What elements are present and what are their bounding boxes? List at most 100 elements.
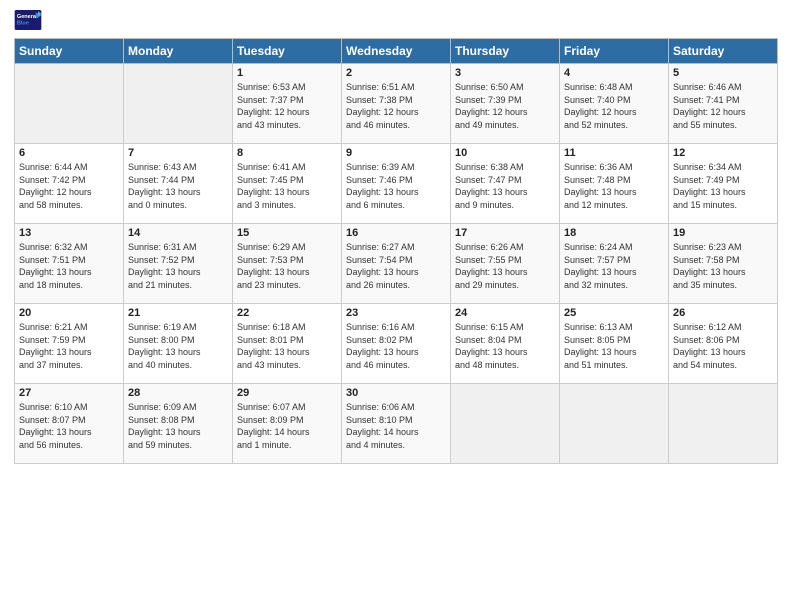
day-number: 22 [237, 307, 337, 319]
calendar-cell: 10 Sunrise: 6:38 AM Sunset: 7:47 PM Dayli… [451, 144, 560, 224]
calendar-cell: 13 Sunrise: 6:32 AM Sunset: 7:51 PM Dayli… [15, 224, 124, 304]
calendar-row-2: 13 Sunrise: 6:32 AM Sunset: 7:51 PM Dayli… [15, 224, 778, 304]
day-number: 5 [673, 67, 773, 79]
calendar-cell [560, 384, 669, 464]
day-info: Sunrise: 6:48 AM Sunset: 7:40 PM Dayligh… [564, 81, 664, 131]
day-info: Sunrise: 6:39 AM Sunset: 7:46 PM Dayligh… [346, 161, 446, 211]
day-number: 18 [564, 227, 664, 239]
day-number: 12 [673, 147, 773, 159]
day-info: Sunrise: 6:09 AM Sunset: 8:08 PM Dayligh… [128, 401, 228, 451]
day-info: Sunrise: 6:19 AM Sunset: 8:00 PM Dayligh… [128, 321, 228, 371]
day-info: Sunrise: 6:34 AM Sunset: 7:49 PM Dayligh… [673, 161, 773, 211]
day-info: Sunrise: 6:15 AM Sunset: 8:04 PM Dayligh… [455, 321, 555, 371]
day-number: 27 [19, 387, 119, 399]
calendar-cell: 3Sunrise: 6:50 AM Sunset: 7:39 PM Daylig… [451, 64, 560, 144]
day-info: Sunrise: 6:21 AM Sunset: 7:59 PM Dayligh… [19, 321, 119, 371]
day-info: Sunrise: 6:32 AM Sunset: 7:51 PM Dayligh… [19, 241, 119, 291]
day-info: Sunrise: 6:13 AM Sunset: 8:05 PM Dayligh… [564, 321, 664, 371]
day-number: 30 [346, 387, 446, 399]
day-number: 1 [237, 67, 337, 79]
calendar-cell: 5Sunrise: 6:46 AM Sunset: 7:41 PM Daylig… [669, 64, 778, 144]
day-number: 21 [128, 307, 228, 319]
day-info: Sunrise: 6:06 AM Sunset: 8:10 PM Dayligh… [346, 401, 446, 451]
day-info: Sunrise: 6:10 AM Sunset: 8:07 PM Dayligh… [19, 401, 119, 451]
day-info: Sunrise: 6:44 AM Sunset: 7:42 PM Dayligh… [19, 161, 119, 211]
day-number: 16 [346, 227, 446, 239]
weekday-header-thursday: Thursday [451, 39, 560, 64]
day-number: 19 [673, 227, 773, 239]
calendar-cell: 8 Sunrise: 6:41 AM Sunset: 7:45 PM Daylig… [233, 144, 342, 224]
day-info: Sunrise: 6:16 AM Sunset: 8:02 PM Dayligh… [346, 321, 446, 371]
calendar-cell: 4 Sunrise: 6:48 AM Sunset: 7:40 PM Daylig… [560, 64, 669, 144]
weekday-header-saturday: Saturday [669, 39, 778, 64]
day-number: 24 [455, 307, 555, 319]
day-info: Sunrise: 6:51 AM Sunset: 7:38 PM Dayligh… [346, 81, 446, 131]
calendar-cell: 11 Sunrise: 6:36 AM Sunset: 7:48 PM Dayli… [560, 144, 669, 224]
day-number: 9 [346, 147, 446, 159]
calendar-cell: 20 Sunrise: 6:21 AM Sunset: 7:59 PM Dayli… [15, 304, 124, 384]
day-number: 7 [128, 147, 228, 159]
day-number: 13 [19, 227, 119, 239]
calendar-row-1: 6 Sunrise: 6:44 AM Sunset: 7:42 PM Daylig… [15, 144, 778, 224]
day-number: 11 [564, 147, 664, 159]
calendar-cell: 1 Sunrise: 6:53 AM Sunset: 7:37 PM Daylig… [233, 64, 342, 144]
day-info: Sunrise: 6:41 AM Sunset: 7:45 PM Dayligh… [237, 161, 337, 211]
calendar-cell: 28Sunrise: 6:09 AM Sunset: 8:08 PM Dayli… [124, 384, 233, 464]
logo: General Blue [14, 10, 42, 32]
day-info: Sunrise: 6:24 AM Sunset: 7:57 PM Dayligh… [564, 241, 664, 291]
calendar-cell [669, 384, 778, 464]
header: General Blue [14, 10, 778, 32]
calendar-cell: 29 Sunrise: 6:07 AM Sunset: 8:09 PM Dayli… [233, 384, 342, 464]
calendar-row-3: 20 Sunrise: 6:21 AM Sunset: 7:59 PM Dayli… [15, 304, 778, 384]
calendar-row-4: 27 Sunrise: 6:10 AM Sunset: 8:07 PM Dayli… [15, 384, 778, 464]
calendar-table: SundayMondayTuesdayWednesdayThursdayFrid… [14, 38, 778, 464]
calendar-cell: 14 Sunrise: 6:31 AM Sunset: 7:52 PM Dayli… [124, 224, 233, 304]
day-info: Sunrise: 6:50 AM Sunset: 7:39 PM Dayligh… [455, 81, 555, 131]
calendar-cell: 19 Sunrise: 6:23 AM Sunset: 7:58 PM Dayli… [669, 224, 778, 304]
calendar-cell [15, 64, 124, 144]
calendar-cell: 25 Sunrise: 6:13 AM Sunset: 8:05 PM Dayli… [560, 304, 669, 384]
svg-text:Blue: Blue [17, 20, 29, 26]
weekday-header-wednesday: Wednesday [342, 39, 451, 64]
calendar-cell: 15Sunrise: 6:29 AM Sunset: 7:53 PM Dayli… [233, 224, 342, 304]
weekday-header-friday: Friday [560, 39, 669, 64]
day-number: 25 [564, 307, 664, 319]
day-number: 4 [564, 67, 664, 79]
day-number: 8 [237, 147, 337, 159]
calendar-cell: 18 Sunrise: 6:24 AM Sunset: 7:57 PM Dayli… [560, 224, 669, 304]
calendar-cell: 21 Sunrise: 6:19 AM Sunset: 8:00 PM Dayli… [124, 304, 233, 384]
day-info: Sunrise: 6:27 AM Sunset: 7:54 PM Dayligh… [346, 241, 446, 291]
calendar-cell: 2 Sunrise: 6:51 AM Sunset: 7:38 PM Daylig… [342, 64, 451, 144]
calendar-cell: 27 Sunrise: 6:10 AM Sunset: 8:07 PM Dayli… [15, 384, 124, 464]
weekday-header-row: SundayMondayTuesdayWednesdayThursdayFrid… [15, 39, 778, 64]
calendar-cell: 30 Sunrise: 6:06 AM Sunset: 8:10 PM Dayli… [342, 384, 451, 464]
day-number: 15 [237, 227, 337, 239]
calendar-cell: 6 Sunrise: 6:44 AM Sunset: 7:42 PM Daylig… [15, 144, 124, 224]
day-number: 20 [19, 307, 119, 319]
day-number: 10 [455, 147, 555, 159]
day-info: Sunrise: 6:07 AM Sunset: 8:09 PM Dayligh… [237, 401, 337, 451]
day-info: Sunrise: 6:38 AM Sunset: 7:47 PM Dayligh… [455, 161, 555, 211]
day-info: Sunrise: 6:53 AM Sunset: 7:37 PM Dayligh… [237, 81, 337, 131]
day-info: Sunrise: 6:36 AM Sunset: 7:48 PM Dayligh… [564, 161, 664, 211]
day-number: 26 [673, 307, 773, 319]
day-number: 17 [455, 227, 555, 239]
calendar-row-0: 1 Sunrise: 6:53 AM Sunset: 7:37 PM Daylig… [15, 64, 778, 144]
day-info: Sunrise: 6:23 AM Sunset: 7:58 PM Dayligh… [673, 241, 773, 291]
day-number: 6 [19, 147, 119, 159]
calendar-cell [124, 64, 233, 144]
day-number: 14 [128, 227, 228, 239]
calendar-cell: 26 Sunrise: 6:12 AM Sunset: 8:06 PM Dayli… [669, 304, 778, 384]
day-info: Sunrise: 6:12 AM Sunset: 8:06 PM Dayligh… [673, 321, 773, 371]
day-number: 2 [346, 67, 446, 79]
svg-text:General: General [17, 14, 38, 20]
day-info: Sunrise: 6:18 AM Sunset: 8:01 PM Dayligh… [237, 321, 337, 371]
day-number: 23 [346, 307, 446, 319]
calendar-cell: 12 Sunrise: 6:34 AM Sunset: 7:49 PM Dayli… [669, 144, 778, 224]
weekday-header-tuesday: Tuesday [233, 39, 342, 64]
calendar-cell: 17Sunrise: 6:26 AM Sunset: 7:55 PM Dayli… [451, 224, 560, 304]
day-number: 29 [237, 387, 337, 399]
calendar-cell: 7Sunrise: 6:43 AM Sunset: 7:44 PM Daylig… [124, 144, 233, 224]
day-info: Sunrise: 6:31 AM Sunset: 7:52 PM Dayligh… [128, 241, 228, 291]
calendar-cell: 16 Sunrise: 6:27 AM Sunset: 7:54 PM Dayli… [342, 224, 451, 304]
